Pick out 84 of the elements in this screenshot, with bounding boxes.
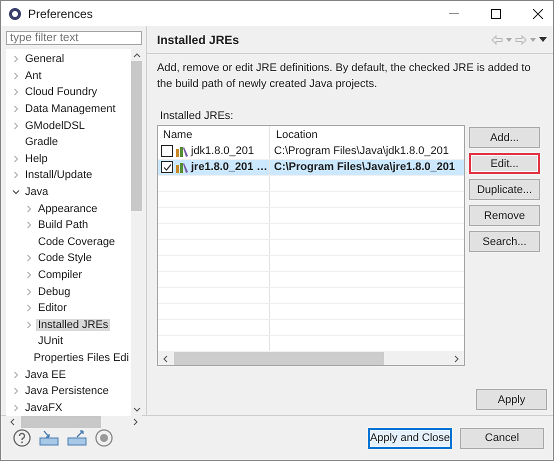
chevron-right-icon[interactable] [12, 404, 20, 412]
chevron-right-icon[interactable] [25, 271, 33, 280]
chevron-right-icon[interactable] [25, 288, 33, 296]
tree-item[interactable]: Appearance [36, 202, 100, 215]
scroll-right-icon[interactable] [133, 418, 139, 426]
table-cell: jdk1.8.0_201 [191, 145, 254, 158]
tree-item[interactable]: Java Persistence [23, 385, 111, 398]
chevron-right-icon[interactable] [12, 370, 20, 379]
tree-item[interactable]: Cloud Foundry [23, 86, 100, 98]
tree-item[interactable]: JUnit [36, 335, 66, 348]
tree-item[interactable]: Install/Update [23, 169, 94, 182]
list-label: Installed JREs: [160, 110, 234, 122]
tree-item[interactable]: Java EE [23, 368, 68, 381]
dialog-button[interactable]: Apply and Close [368, 428, 452, 448]
window-title: Preferences [28, 6, 93, 20]
tree-item[interactable]: Editor [36, 302, 69, 314]
side-button[interactable]: Remove [469, 205, 540, 226]
dropdown-icon[interactable] [530, 38, 536, 42]
tree-item[interactable]: Java [23, 186, 50, 198]
page-title: Installed JREs [157, 32, 240, 46]
tree-item[interactable]: Code Coverage [36, 236, 118, 248]
forward-arrow-icon[interactable] [515, 34, 527, 44]
chevron-right-icon[interactable] [12, 154, 20, 163]
tree-item[interactable]: Gradle [23, 136, 60, 148]
app-icon [8, 6, 22, 20]
chevron-down-icon[interactable] [12, 188, 20, 196]
chevron-right-icon[interactable] [12, 122, 20, 130]
chevron-right-icon[interactable] [25, 204, 33, 213]
table-cell-text: C:\Program Files\Java\jdk1.8.0_201 [273, 144, 450, 159]
export-icon[interactable] [67, 430, 87, 446]
tree-item[interactable]: GModelDSL [23, 120, 87, 132]
tree-item[interactable]: Debug [36, 286, 72, 298]
scroll-up-icon[interactable] [132, 52, 140, 58]
checkbox[interactable] [161, 161, 173, 174]
side-button[interactable]: Add... [469, 127, 540, 148]
scroll-down-icon[interactable] [132, 407, 140, 414]
back-arrow-icon[interactable] [491, 34, 503, 44]
tree-item[interactable]: Ant [23, 70, 44, 82]
tree-item[interactable]: JavaFX [23, 402, 64, 414]
chevron-right-icon[interactable] [25, 221, 33, 230]
dropdown-icon[interactable] [506, 38, 512, 42]
minimize-icon[interactable] [449, 12, 459, 14]
library-icon [175, 161, 189, 174]
table-cell-text: C:\Program Files\Java\jre1.8.0_201 [273, 160, 456, 175]
side-button[interactable]: Edit... [469, 153, 540, 174]
scroll-right-icon[interactable] [454, 354, 460, 363]
close-icon[interactable] [533, 8, 543, 18]
chevron-right-icon[interactable] [25, 254, 33, 262]
chevron-right-icon[interactable] [12, 387, 20, 396]
chevron-right-icon[interactable] [12, 55, 20, 64]
import-icon[interactable] [39, 430, 59, 446]
tree-item[interactable]: Properties Files Edi [32, 352, 131, 364]
scroll-left-icon[interactable] [9, 418, 15, 426]
checkbox[interactable] [161, 145, 173, 158]
tree-item[interactable]: Help [23, 152, 50, 165]
horizontal-scrollbar[interactable] [158, 352, 464, 365]
help-icon[interactable] [13, 429, 31, 447]
dialog-button[interactable]: Cancel [460, 428, 544, 448]
maximize-icon[interactable] [491, 8, 501, 18]
chevron-right-icon[interactable] [12, 88, 20, 96]
side-button[interactable]: Search... [469, 231, 540, 252]
library-icon [175, 145, 189, 158]
record-icon[interactable] [95, 429, 113, 447]
chevron-right-icon[interactable] [25, 320, 33, 329]
tree-item[interactable]: Code Style [36, 252, 94, 264]
side-button[interactable]: Duplicate... [469, 179, 540, 200]
tree-item[interactable]: Build Path [36, 219, 90, 232]
column-header[interactable]: Location [270, 126, 464, 144]
chevron-right-icon[interactable] [12, 72, 20, 80]
chevron-right-icon[interactable] [25, 304, 33, 312]
scroll-left-icon[interactable] [162, 354, 168, 363]
column-header[interactable]: Name [158, 126, 270, 144]
tree-item[interactable]: General [23, 53, 66, 66]
chevron-right-icon[interactable] [12, 105, 20, 114]
tree-item[interactable]: Data Management [23, 103, 118, 116]
description-text: Add, remove or edit JRE definitions. By default, the checked JRE is added to the build path of newly created Java projects. [157, 61, 532, 92]
chevron-right-icon[interactable] [12, 171, 20, 180]
table-row[interactable]: jre1.8.0_201 … C:\Program Files\Java\jre1.8.0_201 [158, 160, 464, 176]
view-menu-icon[interactable] [539, 37, 547, 42]
tree-item[interactable]: Installed JREs [36, 318, 110, 331]
apply-button[interactable]: Apply [476, 389, 547, 410]
tree-item[interactable]: Compiler [36, 269, 84, 282]
table-cell: jre1.8.0_201 … [191, 161, 268, 174]
filter-field[interactable]: type filter text [6, 31, 142, 45]
